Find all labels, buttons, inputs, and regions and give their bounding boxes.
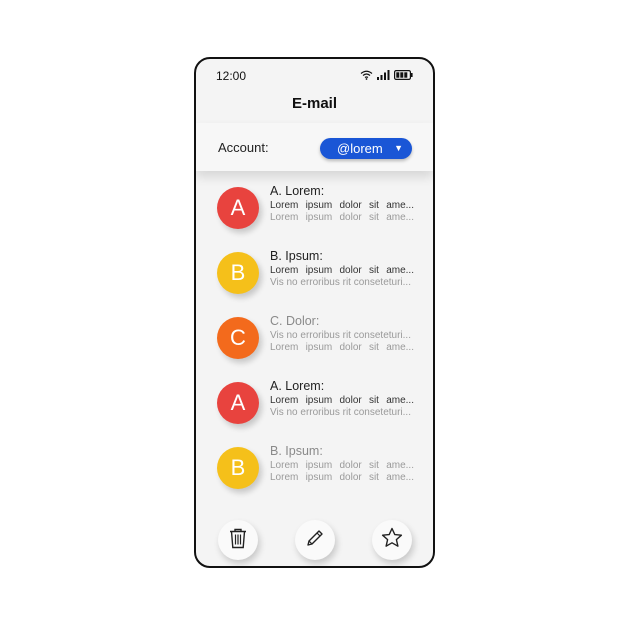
- email-preview-line: Vis no erroribus rit conseteturi...: [270, 407, 411, 418]
- wifi-icon: [360, 67, 373, 85]
- email-preview-line: Lorem ipsum dolor sit ame...: [270, 342, 414, 353]
- signal-icon: [377, 67, 390, 85]
- email-subject: C. Dolor:: [270, 314, 320, 328]
- account-dropdown[interactable]: @lorem ▼: [320, 138, 412, 159]
- email-preview-line: Lorem ipsum dolor sit ame...: [270, 265, 414, 276]
- email-preview-line: Vis no erroribus rit conseteturi...: [270, 277, 411, 288]
- email-row[interactable]: A A. Lorem: Lorem ipsum dolor sit ame... Vi…: [196, 374, 433, 434]
- sender-avatar: A: [217, 382, 259, 424]
- email-preview-line: Lorem ipsum dolor sit ame...: [270, 395, 414, 406]
- account-bar: Account: @lorem ▼: [196, 123, 433, 171]
- email-preview-line: Lorem ipsum dolor sit ame...: [270, 200, 414, 211]
- trash-icon: [228, 527, 248, 554]
- email-row[interactable]: C C. Dolor: Vis no erroribus rit consetetu…: [196, 309, 433, 369]
- email-subject: B. Ipsum:: [270, 249, 323, 263]
- status-time: 12:00: [216, 69, 247, 83]
- account-label: Account:: [218, 140, 269, 155]
- account-dropdown-value: @lorem: [337, 141, 383, 156]
- bottom-toolbar: [196, 508, 433, 566]
- email-preview-line: Lorem ipsum dolor sit ame...: [270, 472, 414, 483]
- status-bar: 12:00: [196, 59, 433, 93]
- sender-avatar: B: [217, 252, 259, 294]
- email-row[interactable]: B B. Ipsum: Lorem ipsum dolor sit ame... Lo…: [196, 439, 433, 499]
- favorite-button[interactable]: [372, 520, 412, 560]
- phone-screen: 12:00 E-mail Account: @lorem ▼ A A. Lore…: [194, 57, 435, 568]
- email-preview-line: Lorem ipsum dolor sit ame...: [270, 460, 414, 471]
- email-subject: A. Lorem:: [270, 379, 325, 393]
- battery-icon: [394, 67, 413, 85]
- caret-down-icon: ▼: [394, 143, 403, 153]
- delete-button[interactable]: [218, 520, 258, 560]
- email-row[interactable]: A A. Lorem: Lorem ipsum dolor sit ame... Lo…: [196, 179, 433, 239]
- sender-avatar: C: [217, 317, 259, 359]
- sender-avatar: B: [217, 447, 259, 489]
- email-row[interactable]: B B. Ipsum: Lorem ipsum dolor sit ame... Vi…: [196, 244, 433, 304]
- pencil-icon: [305, 528, 325, 553]
- star-icon: [381, 527, 403, 553]
- app-title: E-mail: [291, 95, 337, 112]
- compose-button[interactable]: [295, 520, 335, 560]
- email-preview-line: Lorem ipsum dolor sit ame...: [270, 212, 414, 223]
- sender-avatar: A: [217, 187, 259, 229]
- email-subject: A. Lorem:: [270, 184, 325, 198]
- email-subject: B. Ipsum:: [270, 444, 323, 458]
- status-icons: [360, 69, 413, 83]
- email-preview-line: Vis no erroribus rit conseteturi...: [270, 330, 411, 341]
